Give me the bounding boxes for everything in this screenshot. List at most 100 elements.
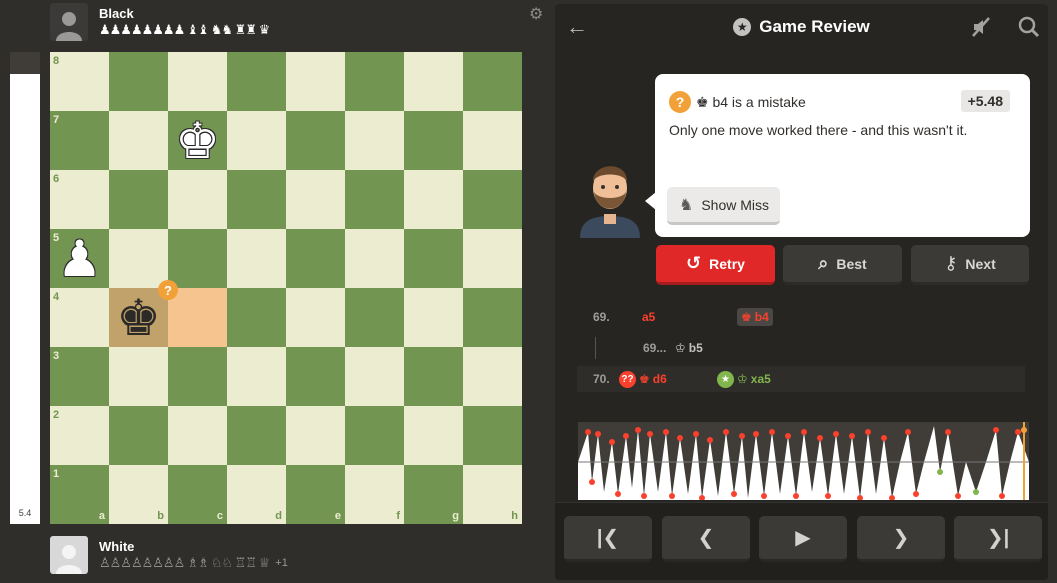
square-d6[interactable]: [227, 170, 286, 229]
first-move-icon[interactable]: |❮: [564, 516, 652, 562]
square-a1[interactable]: 1a: [50, 465, 109, 524]
square-h4[interactable]: [463, 288, 522, 347]
square-e4[interactable]: [286, 288, 345, 347]
player-white: White ♙♙♙♙♙♙♙♙ ♗♗ ♘♘ ♖♖ ♕ +1: [50, 534, 288, 576]
square-f2[interactable]: [345, 406, 404, 465]
square-g3[interactable]: [404, 347, 463, 406]
square-h8[interactable]: [463, 52, 522, 111]
move-black[interactable]: ★ ♔ xa5: [717, 370, 771, 388]
square-d4[interactable]: [227, 288, 286, 347]
square-g4[interactable]: [404, 288, 463, 347]
square-b6[interactable]: [109, 170, 168, 229]
square-b3[interactable]: [109, 347, 168, 406]
king-icon: ♚: [741, 310, 752, 324]
square-e5[interactable]: [286, 229, 345, 288]
square-d8[interactable]: [227, 52, 286, 111]
square-a3[interactable]: 3: [50, 347, 109, 406]
square-f6[interactable]: [345, 170, 404, 229]
square-c3[interactable]: [168, 347, 227, 406]
square-e3[interactable]: [286, 347, 345, 406]
black-piece[interactable]: ♚: [109, 288, 168, 347]
rank-label: 6: [53, 173, 60, 185]
chess-board[interactable]: 8 7 ♚ 6 5 ♟ 4 ♚ 3 2 1 a b c d e f g h: [50, 52, 522, 524]
move-row: 70. ?? ♚ d6 ★ ♔ xa5: [577, 366, 1025, 392]
square-c1[interactable]: c: [168, 465, 227, 524]
square-a7[interactable]: 7: [50, 111, 109, 170]
square-e8[interactable]: [286, 52, 345, 111]
square-a8[interactable]: 8: [50, 52, 109, 111]
square-f5[interactable]: [345, 229, 404, 288]
captured-pieces: ♟♟♟♟♟♟♟♟ ♝♝ ♞♞ ♜♜ ♛: [99, 22, 270, 37]
square-a2[interactable]: 2: [50, 406, 109, 465]
play-icon[interactable]: ▶: [759, 516, 847, 562]
square-c7[interactable]: ♚: [168, 111, 227, 170]
square-b7[interactable]: [109, 111, 168, 170]
move-black-text: xa5: [750, 372, 771, 386]
square-g1[interactable]: g: [404, 465, 463, 524]
next-move-icon[interactable]: ❯: [857, 516, 945, 562]
square-d7[interactable]: [227, 111, 286, 170]
move-white[interactable]: ?? ♚ d6: [619, 370, 667, 388]
coach-speech-bubble: ? ♚ b4 is a mistake +5.48 Only one move …: [645, 74, 1030, 237]
analysis-icon[interactable]: [1018, 16, 1040, 43]
next-button[interactable]: ⚷ Next: [911, 245, 1029, 285]
square-b5[interactable]: [109, 229, 168, 288]
settings-icon[interactable]: ⚙: [529, 4, 543, 24]
variation-move-text: b5: [688, 341, 703, 355]
move-white[interactable]: a5: [642, 310, 655, 324]
retry-button[interactable]: ↺ Retry: [656, 245, 775, 285]
square-a6[interactable]: 6: [50, 170, 109, 229]
prev-move-icon[interactable]: ❮: [662, 516, 750, 562]
move-black-selected[interactable]: ♚ b4: [737, 308, 773, 326]
square-h6[interactable]: [463, 170, 522, 229]
square-e1[interactable]: e: [286, 465, 345, 524]
file-label: g: [452, 510, 459, 522]
square-a5[interactable]: 5 ♟: [50, 229, 109, 288]
file-label: f: [396, 510, 400, 522]
square-b1[interactable]: b: [109, 465, 168, 524]
square-g5[interactable]: [404, 229, 463, 288]
square-b8[interactable]: [109, 52, 168, 111]
white-piece[interactable]: ♚: [168, 111, 227, 170]
square-f1[interactable]: f: [345, 465, 404, 524]
material-advantage: +1: [275, 557, 288, 569]
square-g7[interactable]: [404, 111, 463, 170]
eval-bar: 5.4: [10, 52, 40, 524]
square-e7[interactable]: [286, 111, 345, 170]
square-c8[interactable]: [168, 52, 227, 111]
square-f3[interactable]: [345, 347, 404, 406]
square-d2[interactable]: [227, 406, 286, 465]
square-h1[interactable]: h: [463, 465, 522, 524]
square-a4[interactable]: 4: [50, 288, 109, 347]
sound-off-icon[interactable]: [970, 16, 992, 43]
square-e2[interactable]: [286, 406, 345, 465]
square-c4[interactable]: [168, 288, 227, 347]
square-h5[interactable]: [463, 229, 522, 288]
variation-move[interactable]: ♔ b5: [675, 341, 703, 355]
square-g8[interactable]: [404, 52, 463, 111]
best-button[interactable]: ⌕ Best: [783, 245, 902, 285]
square-b4[interactable]: ♚: [109, 288, 168, 347]
square-f4[interactable]: [345, 288, 404, 347]
square-e6[interactable]: [286, 170, 345, 229]
square-f8[interactable]: [345, 52, 404, 111]
square-g2[interactable]: [404, 406, 463, 465]
square-h3[interactable]: [463, 347, 522, 406]
square-g6[interactable]: [404, 170, 463, 229]
eval-score: +5.48: [960, 90, 1010, 112]
square-c6[interactable]: [168, 170, 227, 229]
white-piece[interactable]: ♟: [50, 229, 109, 288]
square-h2[interactable]: [463, 406, 522, 465]
square-d1[interactable]: d: [227, 465, 286, 524]
show-miss-button[interactable]: ♞ Show Miss: [667, 187, 780, 225]
square-c5[interactable]: [168, 229, 227, 288]
file-label: a: [98, 510, 105, 522]
square-f7[interactable]: [345, 111, 404, 170]
square-c2[interactable]: [168, 406, 227, 465]
square-d5[interactable]: [227, 229, 286, 288]
evaluation-graph[interactable]: [578, 422, 1029, 500]
last-move-icon[interactable]: ❯|: [954, 516, 1042, 562]
square-d3[interactable]: [227, 347, 286, 406]
square-h7[interactable]: [463, 111, 522, 170]
square-b2[interactable]: [109, 406, 168, 465]
